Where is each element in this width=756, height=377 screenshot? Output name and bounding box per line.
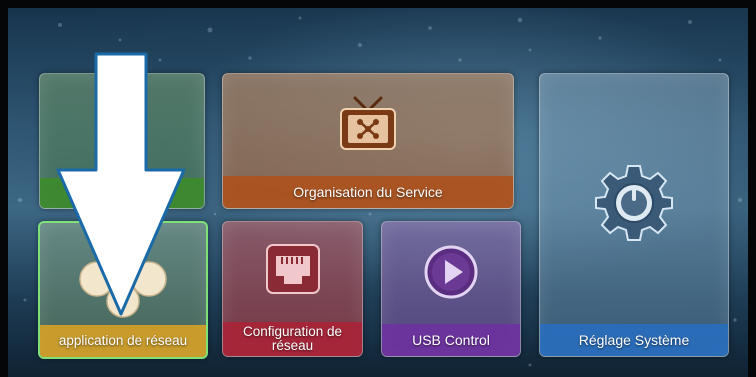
left-frame (0, 0, 8, 377)
play-icon (423, 244, 479, 305)
right-frame (748, 0, 756, 377)
menu-tile-reglage-systeme[interactable]: Réglage Système (539, 73, 729, 357)
gear-icon (594, 162, 674, 247)
menu-tile-organisation-du-service[interactable]: Organisation du Service (222, 73, 514, 209)
tv-network-icon (333, 96, 403, 161)
tile-label-usb-control: USB Control (382, 324, 520, 356)
down-arrow-overlay (56, 52, 186, 316)
tile-label-reglage-systeme: Réglage Système (540, 324, 728, 356)
tile-label-application-de-reseau: application de réseau (40, 325, 206, 357)
top-frame (0, 0, 756, 8)
menu-tile-usb-control[interactable]: USB Control (381, 221, 521, 357)
menu-tile-configuration-de-reseau[interactable]: Configuration de réseau (222, 221, 363, 357)
ethernet-port-icon (264, 242, 322, 301)
tile-label-configuration-de-reseau: Configuration de réseau (223, 322, 362, 356)
tile-label-organisation-du-service: Organisation du Service (223, 176, 513, 208)
